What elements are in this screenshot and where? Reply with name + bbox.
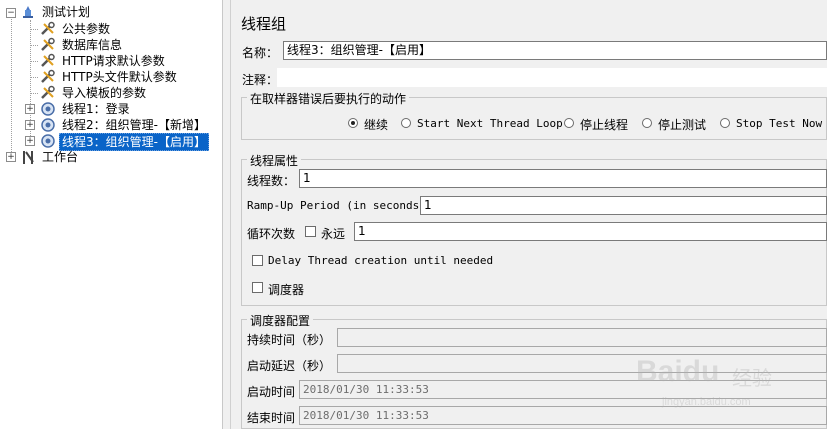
tree-connector-line <box>30 77 38 78</box>
comment-label: 注释： <box>242 73 279 87</box>
splitter-handle[interactable] <box>223 0 231 429</box>
radio-stop-test[interactable] <box>642 118 652 128</box>
tree-expand-toggle[interactable]: + <box>25 136 35 146</box>
forever-label: 永远 <box>321 227 346 241</box>
watermark-cn: 经验 <box>732 366 772 390</box>
delay-thread-checkbox[interactable] <box>252 255 263 266</box>
config-wrench-icon <box>41 37 55 51</box>
tree-connector-line <box>30 93 38 94</box>
radio-stop-test-now[interactable] <box>720 118 730 128</box>
delay-thread-label: Delay Thread creation until needed <box>268 254 494 267</box>
thread-count-field[interactable]: 1 <box>299 169 827 188</box>
name-label: 名称： <box>242 46 279 60</box>
tree-node-label: 公共参数 <box>62 22 111 36</box>
forever-checkbox[interactable] <box>305 226 316 237</box>
loop-count-label: 循环次数 <box>247 227 296 241</box>
tree-node-label: 导入模板的参数 <box>62 86 147 100</box>
thread-group-icon <box>41 102 55 116</box>
radio-stop-thread[interactable] <box>564 118 574 128</box>
tree-connector-line <box>30 61 38 62</box>
tree-expand-toggle[interactable]: + <box>6 152 16 162</box>
workbench-icon <box>23 151 34 164</box>
tree-collapse-toggle[interactable]: − <box>6 8 16 18</box>
thread-properties-title: 线程属性 <box>247 152 302 169</box>
error-action-title: 在取样器错误后要执行的动作 <box>247 90 410 107</box>
scheduler-label: 调度器 <box>268 283 305 297</box>
tree-expand-toggle[interactable]: + <box>25 104 35 114</box>
config-wrench-icon <box>41 69 55 83</box>
tree-expand-toggle[interactable]: + <box>25 120 35 130</box>
tree-node-label: 工作台 <box>42 150 79 164</box>
baidu-watermark: Baidu 经验 jingyan.baidu.com <box>636 340 786 420</box>
start-time-label: 启动时间 <box>247 385 296 399</box>
scheduler-checkbox[interactable] <box>252 282 263 293</box>
loop-count-field[interactable]: 1 <box>354 222 827 241</box>
rampup-field[interactable]: 1 <box>420 196 827 215</box>
thread-group-icon <box>41 118 55 132</box>
test-plan-icon <box>23 6 33 18</box>
startup-delay-label: 启动延迟（秒） <box>247 359 332 373</box>
tree-node-label: 线程2：组织管理-【新增】 <box>62 118 206 132</box>
radio-start-next-loop-label: Start Next Thread Loop <box>417 117 563 130</box>
radio-start-next-loop[interactable] <box>401 118 411 128</box>
test-plan-tree[interactable]: − 测试计划 公共参数 数据库信息 HTTP请求默认参数 HTTP头文件默认参数 <box>0 0 223 429</box>
rampup-label: Ramp-Up Period (in seconds): <box>247 199 433 212</box>
tree-node-label: 线程1：登录 <box>62 102 130 116</box>
tree-node-label: HTTP头文件默认参数 <box>62 70 177 84</box>
thread-count-label: 线程数： <box>247 174 296 188</box>
radio-stop-test-now-label: Stop Test Now <box>736 117 823 130</box>
tree-node-label: 数据库信息 <box>62 38 123 52</box>
tree-node-label: HTTP请求默认参数 <box>62 54 165 68</box>
end-time-label: 结束时间 <box>247 411 296 425</box>
radio-continue[interactable] <box>348 118 358 128</box>
name-field[interactable]: 线程3：组织管理-【启用】 <box>283 41 827 60</box>
config-wrench-icon <box>41 21 55 35</box>
watermark-url: jingyan.baidu.com <box>662 396 751 408</box>
tree-node-label: 测试计划 <box>42 5 91 19</box>
tree-connector-line <box>30 29 38 30</box>
scheduler-config-title: 调度器配置 <box>247 312 314 329</box>
radio-stop-test-label: 停止测试 <box>658 118 707 132</box>
page-title: 线程组 <box>241 15 287 33</box>
tree-connector-line <box>30 45 38 46</box>
radio-stop-thread-label: 停止线程 <box>580 118 629 132</box>
comment-field[interactable] <box>277 68 827 87</box>
thread-group-icon <box>41 134 55 148</box>
config-wrench-icon <box>41 85 55 99</box>
watermark-brand: Baidu <box>636 355 720 388</box>
tree-node-label: 线程3：组织管理-【启用】 <box>59 133 209 151</box>
radio-continue-label: 继续 <box>364 118 389 132</box>
config-wrench-icon <box>41 53 55 67</box>
duration-label: 持续时间（秒） <box>247 333 332 347</box>
tree-connector-line <box>11 16 12 156</box>
